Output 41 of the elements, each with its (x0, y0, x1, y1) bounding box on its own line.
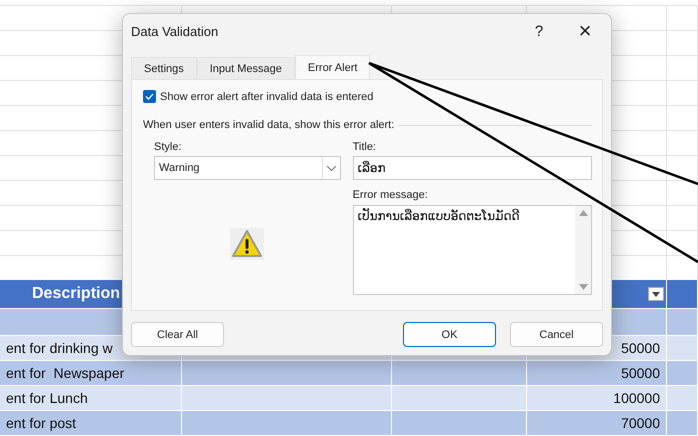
filter-button[interactable] (648, 287, 664, 301)
table-cell: ent for post (0, 410, 182, 435)
grid-cell (667, 5, 698, 30)
warning-icon (230, 228, 264, 260)
tab[interactable]: Settings (131, 57, 197, 79)
field-label: Title: (352, 141, 377, 153)
grid-cell (667, 130, 698, 155)
table-cell: 70000 (527, 410, 667, 435)
ok-button[interactable]: OK (403, 322, 496, 347)
close-button[interactable]: × (567, 17, 603, 45)
grid-cell (667, 230, 698, 255)
window-title: Data Validation (131, 24, 220, 38)
field-label: Error message: (352, 189, 429, 201)
checkbox[interactable] (143, 90, 156, 103)
grid-cell (667, 205, 698, 230)
tab[interactable]: Input Message (196, 57, 295, 79)
grid-cell (667, 55, 698, 80)
grid-cell (667, 30, 698, 55)
grid-cell (667, 180, 698, 205)
grid-cell (667, 155, 698, 180)
table-cell: ent for Newspaper (0, 360, 182, 385)
checkbox-label: Show error alert after invalid data is entered (160, 90, 374, 102)
help-button[interactable]: ? (521, 17, 557, 45)
table-cell (667, 385, 698, 410)
cancel-button[interactable]: Cancel (510, 322, 603, 347)
title-field[interactable]: ເລືອກ (352, 156, 592, 180)
clear-all-button[interactable]: Clear All (131, 322, 224, 347)
tab[interactable]: Error Alert (294, 55, 370, 79)
table-cell (667, 335, 698, 360)
table-cell (667, 360, 698, 385)
group-label: When user enters invalid data, show this error alert: (143, 119, 394, 131)
grid-cell (667, 105, 698, 130)
caret-icon (326, 166, 336, 170)
table-cell: 50000 (527, 360, 667, 385)
table-cell: ent for Lunch (0, 385, 182, 410)
table-cell: 100000 (527, 385, 667, 410)
grid-cell (667, 80, 698, 105)
field-label: Style: (154, 141, 183, 153)
table-cell (667, 308, 698, 335)
caret-icon (652, 292, 660, 296)
style-dropdown[interactable]: Warning (154, 156, 341, 180)
